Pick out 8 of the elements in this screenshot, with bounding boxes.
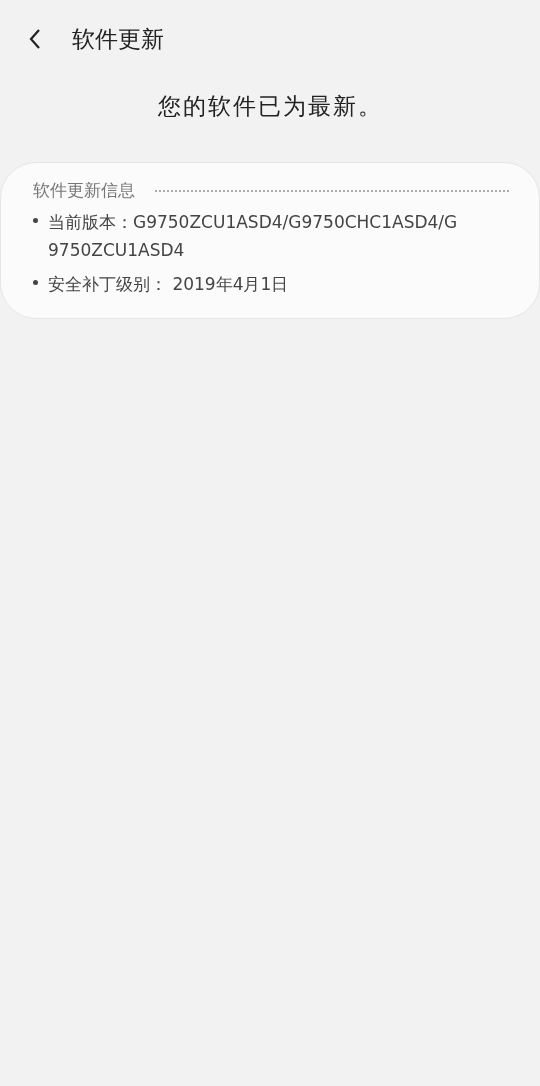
info-text: 安全补丁级别： 2019年4月1日 xyxy=(48,273,290,296)
section-title: 软件更新信息 xyxy=(33,179,135,202)
back-icon xyxy=(28,28,42,50)
bullet-icon xyxy=(33,280,38,285)
bullet-icon xyxy=(33,218,38,223)
page-title: 软件更新 xyxy=(72,24,164,54)
status-message: 您的软件已为最新。 xyxy=(156,92,384,121)
info-text: 当前版本：G9750ZCU1ASD4/G9750CHC1ASD4/G9750ZCU1ASD4 xyxy=(48,211,459,262)
